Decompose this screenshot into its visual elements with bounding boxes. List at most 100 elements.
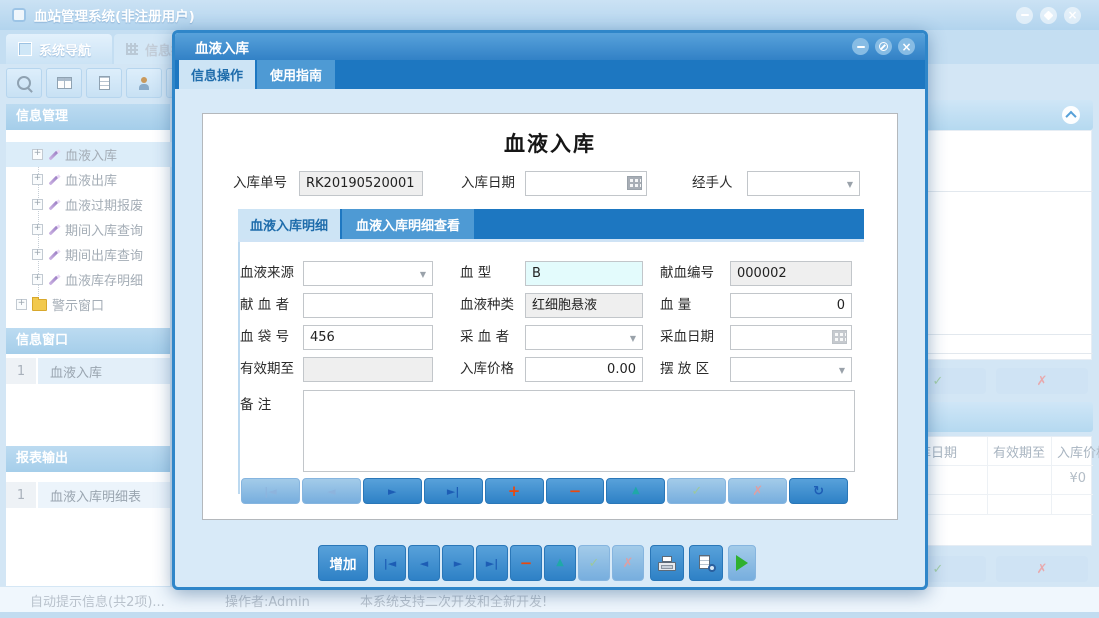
- tree-item-stock-detail[interactable]: + 血液库存明细: [6, 267, 196, 292]
- dialog-close-button[interactable]: ×: [898, 38, 915, 55]
- area-select[interactable]: ▼: [730, 357, 852, 382]
- section-header-info-window: 信息窗口: [6, 328, 170, 354]
- last-icon: ►|: [486, 558, 498, 569]
- price-field[interactable]: 0.00: [525, 357, 643, 382]
- tree-item-blood-out[interactable]: + 血液出库: [6, 167, 196, 192]
- dialog-restore-button[interactable]: [875, 38, 892, 55]
- expander-icon[interactable]: +: [32, 149, 43, 160]
- handler-select[interactable]: ▼: [747, 171, 860, 196]
- valid-until-label: 有效期至: [240, 357, 294, 382]
- first-icon: |◄: [264, 486, 276, 497]
- bottom-last-button[interactable]: ►|: [476, 545, 508, 581]
- post-icon: ✓: [691, 485, 702, 498]
- cancel-button[interactable]: ✗: [996, 368, 1088, 394]
- inner-tab-detail-view[interactable]: 血液入库明细查看: [342, 209, 474, 239]
- dialog-title: 血液入库: [195, 37, 249, 57]
- row-index: 1: [6, 358, 38, 384]
- edit-icon: ▲: [556, 558, 564, 568]
- donation-no-field[interactable]: 000002: [730, 261, 852, 286]
- calendar-icon[interactable]: [832, 330, 847, 344]
- nav-edit-button[interactable]: ▲: [606, 478, 665, 504]
- bottom-first-button[interactable]: |◄: [374, 545, 406, 581]
- bottom-prior-button[interactable]: ◄: [408, 545, 440, 581]
- tree-item-blood-in[interactable]: + 血液入库: [6, 142, 196, 167]
- collapse-button[interactable]: [1062, 106, 1080, 124]
- blood-kind-field[interactable]: 红细胞悬液: [525, 293, 643, 318]
- wand-icon: [48, 274, 60, 286]
- cancel-button[interactable]: ✗: [996, 556, 1088, 582]
- tree-item-period-in[interactable]: + 期间入库查询: [6, 217, 196, 242]
- tree-item-period-out[interactable]: + 期间出库查询: [6, 242, 196, 267]
- expander-icon[interactable]: +: [32, 249, 43, 260]
- collect-date-field[interactable]: [730, 325, 852, 350]
- dialog-tab-guide[interactable]: 使用指南: [257, 60, 335, 89]
- bottom-cancel-button[interactable]: ✗: [612, 545, 644, 581]
- tree-item-expired[interactable]: + 血液过期报废: [6, 192, 196, 217]
- document-icon: [99, 76, 110, 90]
- bottom-post-button[interactable]: ✓: [578, 545, 610, 581]
- nav-post-button[interactable]: ✓: [667, 478, 726, 504]
- expander-icon[interactable]: +: [32, 174, 43, 185]
- bottom-next-button[interactable]: ►: [442, 545, 474, 581]
- nav-refresh-button[interactable]: ↻: [789, 478, 848, 504]
- area-label: 摆 放 区: [660, 357, 709, 382]
- expander-icon[interactable]: +: [16, 299, 27, 310]
- order-no-field[interactable]: RK20190520001: [299, 171, 423, 196]
- dialog-tabstrip: 信息操作 使用指南: [175, 60, 925, 89]
- chevron-down-icon: ▼: [839, 358, 845, 382]
- user-button[interactable]: [126, 68, 162, 98]
- printer-icon: [658, 556, 676, 571]
- tree-item-alert-window[interactable]: + 警示窗口: [6, 292, 180, 317]
- close-button[interactable]: ×: [1064, 7, 1081, 24]
- inner-tab-detail[interactable]: 血液入库明细: [238, 209, 340, 239]
- calendar-icon[interactable]: [627, 176, 642, 190]
- nav-next-button[interactable]: ►: [363, 478, 422, 504]
- form-panel: 血液入库 入库单号 RK20190520001 入库日期 2019-05-20 …: [202, 113, 898, 520]
- dialog-minimize-button[interactable]: [852, 38, 869, 55]
- remark-textarea[interactable]: [303, 390, 855, 472]
- chevron-down-icon: ▼: [847, 172, 853, 196]
- remark-label: 备 注: [240, 393, 271, 418]
- nav-delete-button[interactable]: −: [546, 478, 605, 504]
- prior-icon: ◄: [327, 486, 335, 497]
- bottom-edit-button[interactable]: ▲: [544, 545, 576, 581]
- nav-last-button[interactable]: ►|: [424, 478, 483, 504]
- dialog-titlebar[interactable]: 血液入库: [175, 33, 925, 60]
- table-button[interactable]: [46, 68, 82, 98]
- valid-until-field[interactable]: [303, 357, 433, 382]
- maximize-button[interactable]: [1040, 7, 1057, 24]
- in-date-field[interactable]: 2019-05-20: [525, 171, 647, 196]
- donation-no-label: 献血编号: [660, 261, 714, 286]
- add-button[interactable]: 增加: [318, 545, 368, 581]
- report-row[interactable]: 1 血液入库明细表: [6, 482, 170, 508]
- volume-field[interactable]: 0: [730, 293, 852, 318]
- donor-field[interactable]: [303, 293, 433, 318]
- chevron-down-icon: ▼: [420, 262, 426, 286]
- nav-prior-button[interactable]: ◄: [302, 478, 361, 504]
- search-button[interactable]: [6, 68, 42, 98]
- run-button[interactable]: [728, 545, 756, 581]
- row-label: 血液入库明细表: [38, 482, 170, 508]
- dialog-tab-info-operation[interactable]: 信息操作: [179, 60, 255, 89]
- tab-system-navigation[interactable]: 系统导航: [6, 34, 112, 64]
- cross-icon: ✗: [1037, 562, 1048, 577]
- bag-no-field[interactable]: 456: [303, 325, 433, 350]
- minimize-button[interactable]: [1016, 7, 1033, 24]
- blood-type-field[interactable]: B: [525, 261, 643, 286]
- prior-icon: ◄: [420, 558, 428, 569]
- collector-select[interactable]: ▼: [525, 325, 643, 350]
- user-icon: [138, 77, 150, 90]
- expander-icon[interactable]: +: [32, 224, 43, 235]
- expander-icon[interactable]: +: [32, 199, 43, 210]
- preview-button[interactable]: [689, 545, 723, 581]
- info-window-row[interactable]: 1 血液入库: [6, 358, 170, 384]
- bottom-delete-button[interactable]: −: [510, 545, 542, 581]
- expander-icon[interactable]: +: [32, 274, 43, 285]
- source-select[interactable]: 自身贮血 ▼: [303, 261, 433, 286]
- print-button[interactable]: [650, 545, 684, 581]
- nav-first-button[interactable]: |◄: [241, 478, 300, 504]
- document-button[interactable]: [86, 68, 122, 98]
- nav-insert-button[interactable]: +: [485, 478, 544, 504]
- wand-icon: [48, 224, 60, 236]
- nav-cancel-button[interactable]: ✗: [728, 478, 787, 504]
